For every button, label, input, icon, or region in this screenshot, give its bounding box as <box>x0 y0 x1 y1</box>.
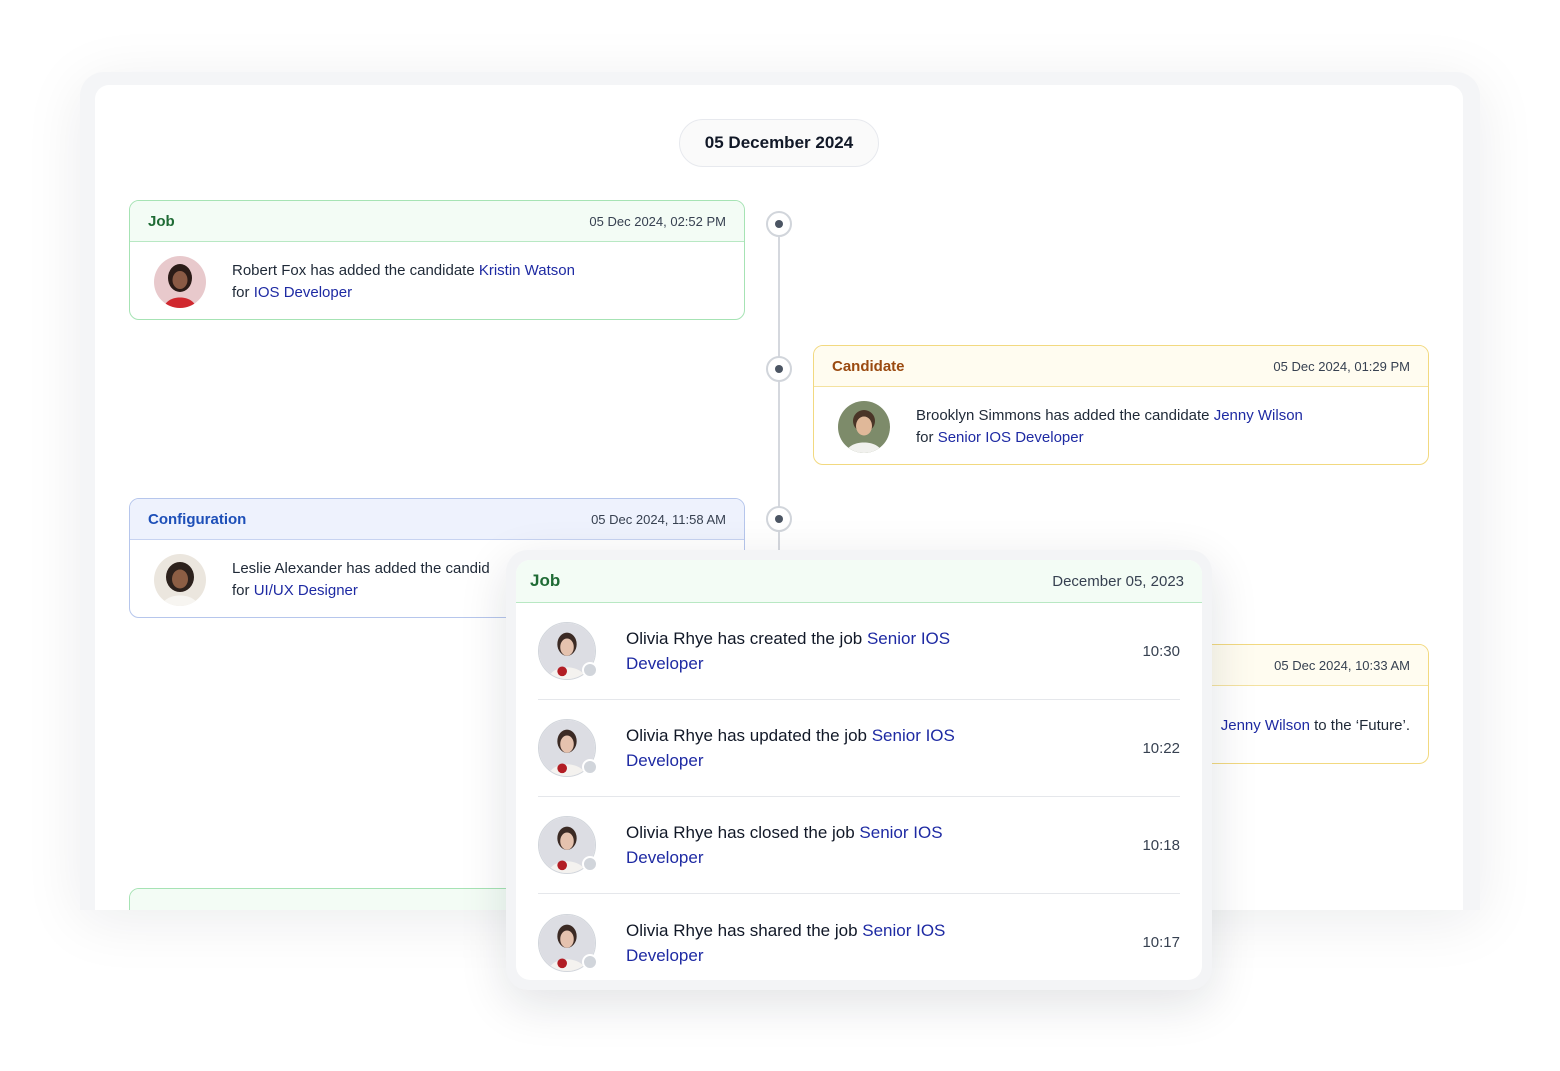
candidate-link[interactable]: Jenny Wilson <box>1221 717 1310 734</box>
card-message: Jenny Wilson to the ‘Future’. <box>1220 716 1410 734</box>
card-message: Leslie Alexander has added the candid fo… <box>232 559 490 599</box>
job-link[interactable]: Senior IOS <box>862 921 945 940</box>
card-timestamp: 05 Dec 2024, 10:33 AM <box>1274 657 1410 673</box>
card-timestamp: 05 Dec 2024, 02:52 PM <box>589 213 726 229</box>
status-indicator <box>582 759 598 775</box>
avatar <box>538 719 598 777</box>
avatar <box>538 816 598 874</box>
card-category: Configuration <box>148 510 247 528</box>
activity-time: 10:17 <box>1142 934 1180 951</box>
timeline-dot <box>766 506 792 532</box>
card-header: Candidate 05 Dec 2024, 01:29 PM <box>814 346 1428 387</box>
candidate-link[interactable]: Kristin Watson <box>479 262 575 279</box>
job-link[interactable]: Senior IOS Developer <box>938 429 1084 446</box>
job-activity-popover: Job December 05, 2023 Olivia Rhye has cr… <box>506 550 1212 990</box>
status-indicator <box>582 953 598 970</box>
activity-row[interactable]: Olivia Rhye has updated the job Senior I… <box>538 700 1180 797</box>
activity-message: Olivia Rhye has updated the job Senior I… <box>626 726 955 770</box>
card-message: Brooklyn Simmons has added the candidate… <box>916 406 1303 446</box>
activity-row[interactable]: Olivia Rhye has closed the job Senior IO… <box>538 797 1180 894</box>
card-header: Job 05 Dec 2024, 02:52 PM <box>130 201 744 242</box>
activity-row[interactable]: Olivia Rhye has shared the job Senior IO… <box>538 894 1180 980</box>
job-link[interactable]: Developer <box>626 751 704 770</box>
job-panel-category: Job <box>530 571 561 590</box>
status-indicator <box>582 856 598 872</box>
job-link[interactable]: Developer <box>626 654 704 673</box>
job-panel-date: December 05, 2023 <box>1052 572 1184 590</box>
activity-row[interactable]: Olivia Rhye has created the job Senior I… <box>538 603 1180 700</box>
candidate-link[interactable]: Jenny Wilson <box>1214 407 1303 424</box>
timeline-dot <box>766 356 792 382</box>
job-link[interactable]: Senior IOS <box>872 726 955 745</box>
job-panel-header: Job December 05, 2023 <box>516 560 1202 603</box>
timeline-card-job[interactable]: Job 05 Dec 2024, 02:52 PM Robert Fox has… <box>129 200 745 320</box>
card-timestamp: 05 Dec 2024, 01:29 PM <box>1273 358 1410 374</box>
job-link[interactable]: UI/UX Designer <box>254 582 358 599</box>
timeline-card-candidate[interactable]: Candidate 05 Dec 2024, 01:29 PM Brooklyn… <box>813 345 1429 465</box>
card-category: Candidate <box>832 357 905 375</box>
job-link[interactable]: Developer <box>626 848 704 867</box>
avatar <box>538 913 598 972</box>
status-indicator <box>582 662 598 678</box>
avatar <box>838 400 890 453</box>
avatar <box>538 622 598 680</box>
avatar <box>154 553 206 606</box>
activity-message: Olivia Rhye has closed the job Senior IO… <box>626 823 943 867</box>
avatar <box>154 255 206 308</box>
job-link[interactable]: Senior IOS <box>859 823 942 842</box>
job-link[interactable]: IOS Developer <box>254 284 352 301</box>
activity-time: 10:22 <box>1142 739 1180 757</box>
card-category: Job <box>148 212 175 230</box>
activity-message: Olivia Rhye has shared the job Senior IO… <box>626 920 946 965</box>
card-timestamp: 05 Dec 2024, 11:58 AM <box>591 511 726 527</box>
job-link[interactable]: Senior IOS <box>867 629 950 648</box>
activity-time: 10:30 <box>1142 642 1180 660</box>
card-header: Configuration 05 Dec 2024, 11:58 AM <box>130 499 744 540</box>
card-message: Robert Fox has added the candidate Krist… <box>232 261 575 301</box>
activity-time: 10:18 <box>1142 836 1180 854</box>
activity-message: Olivia Rhye has created the job Senior I… <box>626 629 951 673</box>
date-header: 05 December 2024 <box>679 119 879 167</box>
job-link[interactable]: Developer <box>626 946 704 965</box>
timeline-dot <box>766 211 792 237</box>
